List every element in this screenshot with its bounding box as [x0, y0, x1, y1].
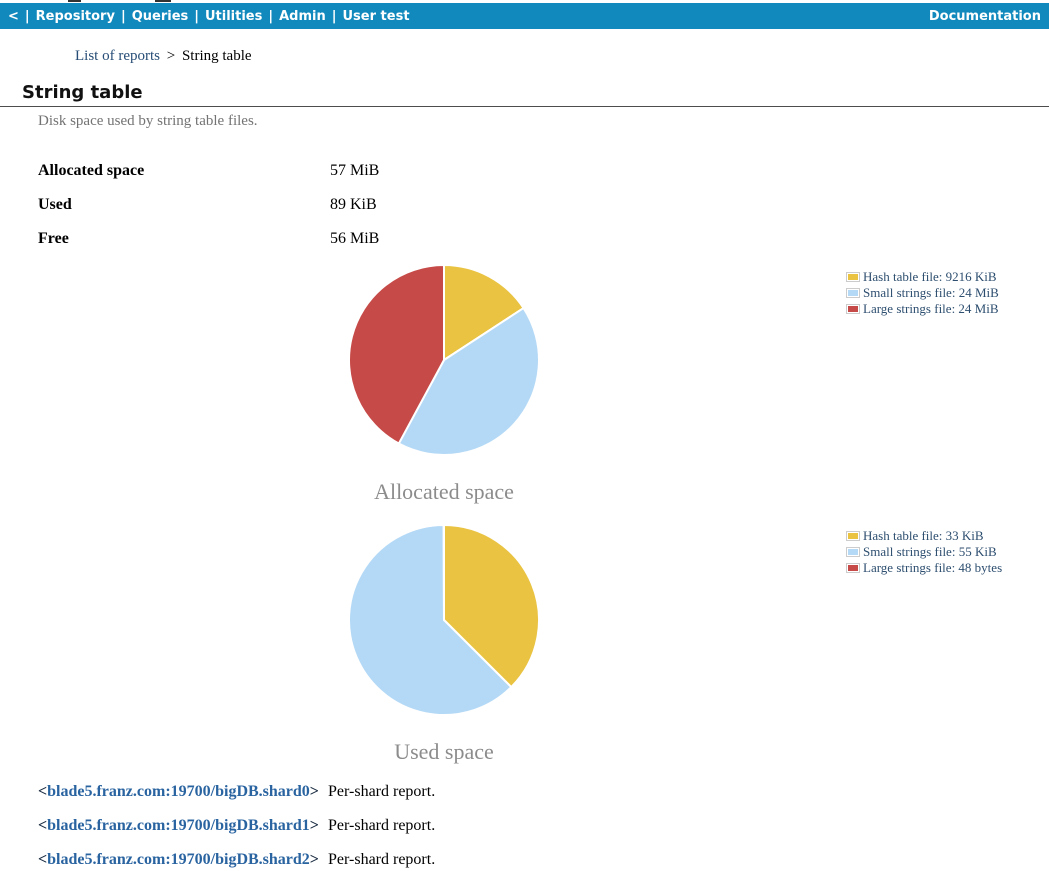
- documentation-link[interactable]: Documentation: [929, 9, 1041, 24]
- nav-separator: |: [25, 9, 30, 24]
- shard-note: Per-shard report.: [328, 851, 435, 869]
- bracket-open: <: [38, 851, 47, 868]
- nav-item-utilities[interactable]: Utilities: [205, 9, 262, 24]
- breadcrumb-list-of-reports-link[interactable]: List of reports: [75, 48, 160, 64]
- stat-label-used: Used: [38, 196, 72, 214]
- nav-item-admin[interactable]: Admin: [279, 9, 326, 24]
- legend-item-large-strings-file: Large strings file: 48 bytes: [846, 560, 1049, 576]
- shard-note: Per-shard report.: [328, 817, 435, 835]
- legend-used-space: Hash table file: 33 KiB Small strings fi…: [846, 528, 1049, 576]
- stat-value-used: 89 KiB: [330, 196, 377, 214]
- shard-row: <blade5.franz.com:19700/bigDB.shard1>: [38, 817, 319, 835]
- shard0-link[interactable]: blade5.franz.com:19700/bigDB.shard0: [47, 783, 310, 800]
- stat-label-free: Free: [38, 230, 69, 248]
- cropped-text-artifact: [155, 0, 171, 2]
- legend-label: Large strings file: 24 MiB: [863, 301, 999, 317]
- page-title: String table: [22, 82, 1049, 103]
- shard-row: <blade5.franz.com:19700/bigDB.shard2>: [38, 851, 319, 869]
- legend-swatch-icon: [846, 531, 860, 541]
- nav-separator: |: [194, 9, 199, 24]
- bracket-open: <: [38, 817, 47, 834]
- top-nav-bar: < | Repository | Queries | Utilities | A…: [0, 3, 1049, 29]
- nav-separator: |: [332, 9, 337, 24]
- cropped-text-artifact: [68, 0, 81, 2]
- shard2-link[interactable]: blade5.franz.com:19700/bigDB.shard2: [47, 851, 310, 868]
- nav-item-repository[interactable]: Repository: [36, 9, 115, 24]
- nav-item-queries[interactable]: Queries: [132, 9, 189, 24]
- legend-item-small-strings-file: Small strings file: 24 MiB: [846, 285, 1049, 301]
- nav-item-user-test[interactable]: User test: [343, 9, 410, 24]
- nav-separator: |: [121, 9, 126, 24]
- bracket-close: >: [310, 783, 319, 800]
- breadcrumb: List of reports > String table: [75, 48, 252, 65]
- legend-swatch-icon: [846, 563, 860, 573]
- chart-title-allocated-space: Allocated space: [347, 479, 541, 505]
- shard-row: <blade5.franz.com:19700/bigDB.shard0>: [38, 783, 319, 801]
- legend-item-hash-table-file: Hash table file: 9216 KiB: [846, 269, 1049, 285]
- stat-value-free: 56 MiB: [330, 230, 379, 248]
- legend-swatch-icon: [846, 304, 860, 314]
- legend-allocated-space: Hash table file: 9216 KiB Small strings …: [846, 269, 1049, 317]
- chart-title-used-space: Used space: [347, 739, 541, 765]
- bracket-close: >: [310, 817, 319, 834]
- breadcrumb-current: String table: [182, 48, 252, 64]
- stat-label-allocated-space: Allocated space: [38, 162, 144, 180]
- legend-swatch-icon: [846, 272, 860, 282]
- legend-label: Small strings file: 24 MiB: [863, 285, 999, 301]
- legend-label: Large strings file: 48 bytes: [863, 560, 1002, 576]
- shard1-link[interactable]: blade5.franz.com:19700/bigDB.shard1: [47, 817, 310, 834]
- legend-item-hash-table-file: Hash table file: 33 KiB: [846, 528, 1049, 544]
- legend-item-small-strings-file: Small strings file: 55 KiB: [846, 544, 1049, 560]
- back-link[interactable]: <: [8, 9, 19, 24]
- legend-swatch-icon: [846, 288, 860, 298]
- page-description: Disk space used by string table files.: [38, 113, 258, 130]
- legend-item-large-strings-file: Large strings file: 24 MiB: [846, 301, 1049, 317]
- pie-chart-used-space: [347, 523, 541, 717]
- breadcrumb-separator: >: [167, 48, 175, 64]
- stat-value-allocated-space: 57 MiB: [330, 162, 379, 180]
- nav-separator: |: [268, 9, 273, 24]
- pie-chart-allocated-space: [347, 263, 541, 457]
- bracket-close: >: [310, 851, 319, 868]
- legend-swatch-icon: [846, 547, 860, 557]
- legend-label: Hash table file: 33 KiB: [863, 528, 984, 544]
- legend-label: Small strings file: 55 KiB: [863, 544, 997, 560]
- legend-label: Hash table file: 9216 KiB: [863, 269, 997, 285]
- bracket-open: <: [38, 783, 47, 800]
- page-header: String table: [0, 82, 1049, 107]
- shard-note: Per-shard report.: [328, 783, 435, 801]
